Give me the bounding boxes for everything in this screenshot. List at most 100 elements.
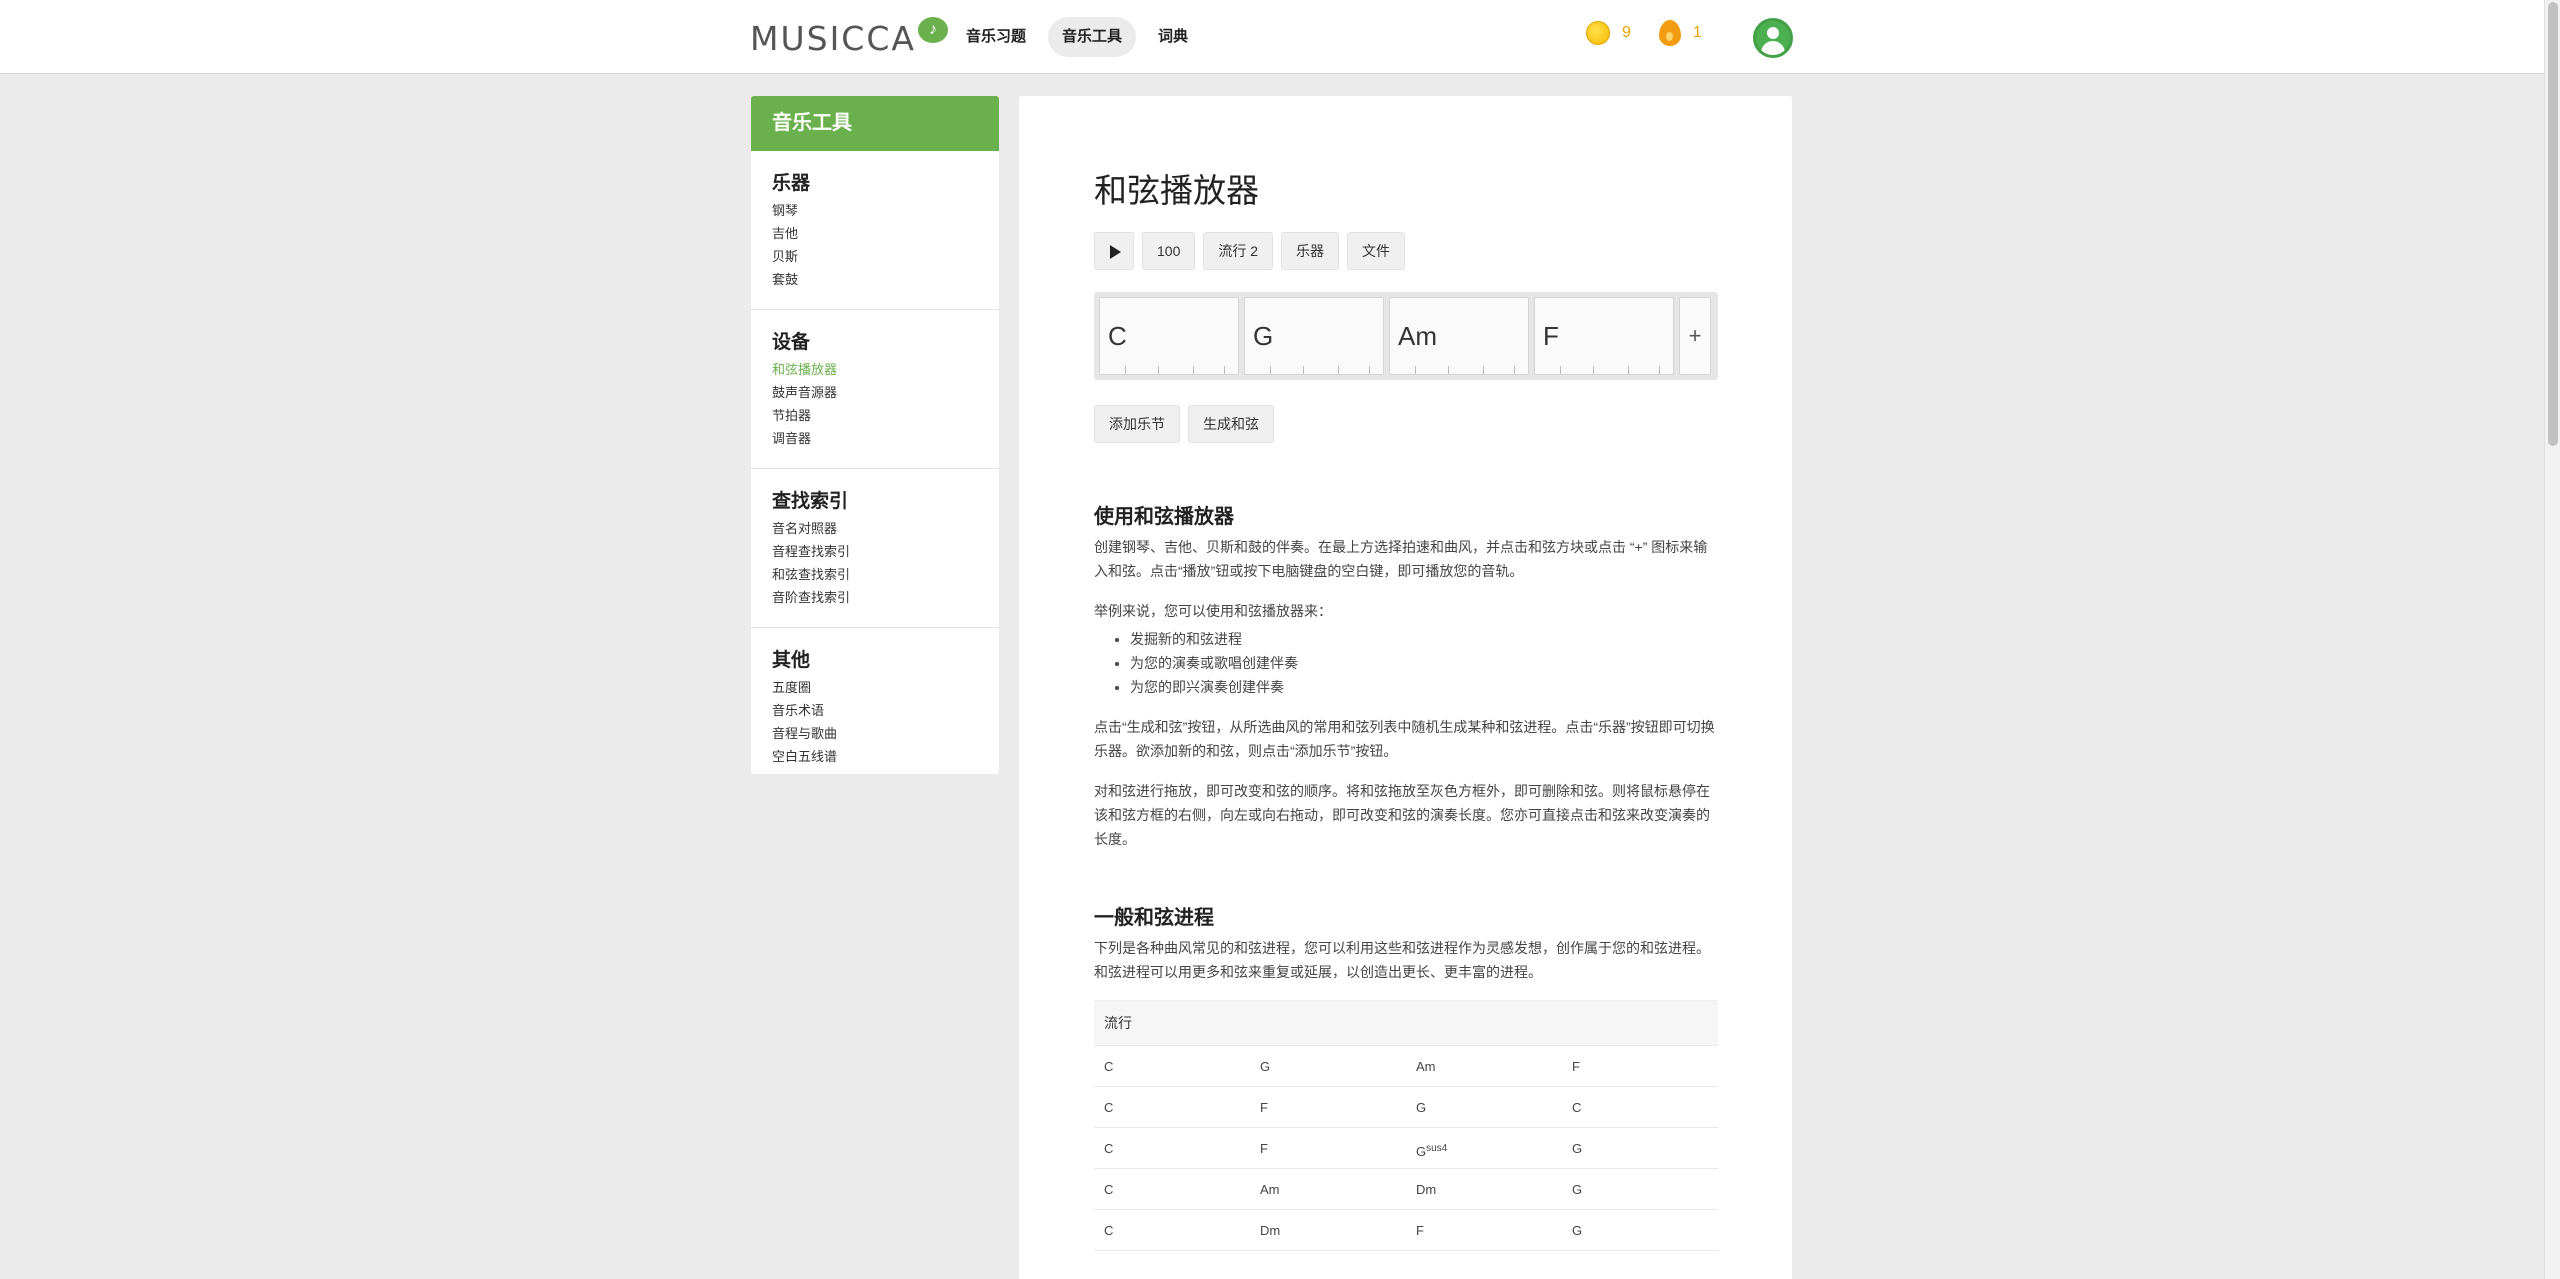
page-title: 和弦播放器 — [1094, 172, 1259, 209]
user-avatar[interactable] — [1753, 18, 1793, 58]
article-content: 使用和弦播放器 创建钢琴、吉他、贝斯和鼓的伴奏。在最上方选择拍速和曲风，并点击和… — [1094, 500, 1718, 1251]
sidebar-title: 音乐工具 — [751, 96, 999, 151]
sidebar-link-chord-finder[interactable]: 和弦查找索引 — [772, 563, 978, 586]
paragraph: 点击“生成和弦”按钮，从所选曲风的常用和弦列表中随机生成某种和弦进程。点击“乐器… — [1094, 719, 1715, 759]
chord-name: F — [1543, 321, 1559, 351]
chord-block[interactable]: F — [1534, 297, 1674, 375]
page-scrollbar[interactable] — [2544, 0, 2560, 1279]
sidebar-link-scale-finder[interactable]: 音阶查找索引 — [772, 586, 978, 609]
chord-name: C — [1108, 321, 1127, 351]
coin-icon — [1586, 21, 1610, 45]
list-item: 发掘新的和弦进程 — [1130, 627, 1718, 651]
main-panel: 和弦播放器 100 流行 2 乐器 文件 C G Am F + 添加乐节 生成和… — [1019, 96, 1792, 1279]
paragraph: 对和弦进行拖放，即可改变和弦的顺序。将和弦拖放至灰色方框外，即可删除和弦。则将鼠… — [1094, 783, 1710, 847]
sidebar-heading: 查找索引 — [772, 491, 849, 512]
beat-ticks — [1245, 366, 1383, 374]
table-cell: G — [1572, 1223, 1583, 1238]
file-button[interactable]: 文件 — [1347, 232, 1406, 270]
sidebar-link-piano[interactable]: 钢琴 — [772, 199, 978, 222]
table-cell: C — [1572, 1100, 1582, 1115]
tools-sidebar: 音乐工具 乐器 钢琴 吉他 贝斯 套鼓 设备 和弦播放器 鼓声音源器 节拍器 调… — [751, 96, 999, 774]
table-row[interactable]: C Am Dm G — [1094, 1169, 1718, 1210]
table-row[interactable]: C Dm F G — [1094, 1210, 1718, 1251]
chord-name: G — [1253, 321, 1274, 351]
sidebar-heading: 乐器 — [772, 173, 811, 194]
sidebar-link-music-terms[interactable]: 音乐术语 — [772, 699, 978, 722]
table-cell: G — [1572, 1141, 1583, 1156]
sidebar-link-tuner[interactable]: 调音器 — [772, 427, 978, 450]
table-row[interactable]: C F G C — [1094, 1087, 1718, 1128]
sidebar-heading: 其他 — [772, 650, 811, 671]
section-heading-progressions: 一般和弦进程 — [1094, 907, 1214, 929]
musicca-logo[interactable]: MUSICCA ♪ — [750, 17, 948, 58]
paragraph: 下列是各种曲风常见的和弦进程，您可以利用这些和弦进程作为灵感发想，创作属于您的和… — [1094, 940, 1710, 980]
sidebar-link-drum-machine[interactable]: 鼓声音源器 — [772, 381, 978, 404]
scrollbar-thumb[interactable] — [2548, 2, 2558, 446]
table-row[interactable]: C G Am F — [1094, 1046, 1718, 1087]
list-item: 为您的即兴演奏创建伴奏 — [1130, 675, 1718, 699]
sidebar-link-note-names[interactable]: 音名对照器 — [772, 517, 978, 540]
usage-list: 发掘新的和弦进程 为您的演奏或歌唱创建伴奏 为您的即兴演奏创建伴奏 — [1130, 627, 1718, 699]
instrument-button[interactable]: 乐器 — [1281, 232, 1340, 270]
beat-ticks — [1100, 366, 1238, 374]
generate-chords-button[interactable]: 生成和弦 — [1188, 405, 1274, 443]
sidebar-section-instruments: 乐器 钢琴 吉他 贝斯 套鼓 — [751, 151, 999, 310]
chord-block[interactable]: Am — [1389, 297, 1529, 375]
tempo-button[interactable]: 100 — [1142, 232, 1196, 270]
table-row[interactable]: C F Gsus4 G — [1094, 1128, 1718, 1169]
nav-dictionary[interactable]: 词典 — [1144, 17, 1202, 57]
add-chord-button[interactable]: + — [1679, 297, 1711, 375]
table-cell: C — [1104, 1141, 1114, 1156]
progression-table: 流行 C G Am F C F G C C F Gsus4 G C Am Dm … — [1094, 1000, 1718, 1251]
sidebar-link-metronome[interactable]: 节拍器 — [772, 404, 978, 427]
avatar-head — [1767, 27, 1779, 39]
table-cell: G — [1572, 1182, 1583, 1197]
chord-actions: 添加乐节 生成和弦 — [1094, 405, 1274, 443]
section-heading-usage: 使用和弦播放器 — [1094, 506, 1234, 528]
add-bar-button[interactable]: 添加乐节 — [1094, 405, 1180, 443]
table-cell: G — [1416, 1100, 1427, 1115]
paragraph: 创建钢琴、吉他、贝斯和鼓的伴奏。在最上方选择拍速和曲风，并点击和弦方块或点击 “… — [1094, 539, 1708, 579]
sidebar-link-bass[interactable]: 贝斯 — [772, 245, 978, 268]
chord-block[interactable]: C — [1099, 297, 1239, 375]
table-cell: F — [1416, 1223, 1424, 1238]
player-toolbar: 100 流行 2 乐器 文件 — [1094, 232, 1406, 270]
table-cell: F — [1260, 1100, 1268, 1115]
play-button[interactable] — [1094, 232, 1134, 270]
chord-name: Am — [1398, 321, 1437, 351]
streak-count: 1 — [1692, 24, 1702, 41]
table-cell-sus: Gsus4 — [1406, 1128, 1562, 1168]
sidebar-link-blank-staff[interactable]: 空白五线谱 — [772, 745, 978, 768]
table-cell: G — [1260, 1059, 1271, 1074]
table-cell: Am — [1260, 1182, 1280, 1197]
user-stats: 9 1 — [1586, 20, 1702, 46]
table-cell: Dm — [1260, 1223, 1281, 1238]
table-cell: C — [1104, 1100, 1114, 1115]
sidebar-link-chord-player[interactable]: 和弦播放器 — [772, 358, 978, 381]
chord-suffix: sus4 — [1426, 1143, 1448, 1154]
sidebar-link-interval-finder[interactable]: 音程查找索引 — [772, 540, 978, 563]
chord-block[interactable]: G — [1244, 297, 1384, 375]
nav-exercises[interactable]: 音乐习题 — [952, 17, 1040, 57]
sidebar-link-circle-of-fifths[interactable]: 五度圈 — [772, 676, 978, 699]
sidebar-link-drums[interactable]: 套鼓 — [772, 268, 978, 291]
table-cell: C — [1104, 1182, 1114, 1197]
music-note-icon: ♪ — [917, 17, 948, 43]
sidebar-section-devices: 设备 和弦播放器 鼓声音源器 节拍器 调音器 — [751, 310, 999, 469]
logo-text: MUSICCA — [750, 18, 916, 58]
table-cell: Dm — [1416, 1182, 1437, 1197]
sidebar-link-guitar[interactable]: 吉他 — [772, 222, 978, 245]
beat-ticks — [1390, 366, 1528, 374]
sidebar-section-other: 其他 五度圈 音乐术语 音程与歌曲 空白五线谱 — [751, 628, 999, 774]
flame-icon — [1658, 20, 1681, 46]
nav-tools[interactable]: 音乐工具 — [1048, 17, 1137, 57]
chord-root: G — [1416, 1144, 1427, 1159]
coin-count: 9 — [1622, 24, 1631, 41]
top-header: MUSICCA ♪ 音乐习题 音乐工具 词典 9 1 — [0, 0, 2544, 74]
main-nav: 音乐习题 音乐工具 词典 — [952, 17, 1202, 57]
list-item: 为您的演奏或歌唱创建伴奏 — [1130, 651, 1718, 675]
beat-ticks — [1535, 366, 1673, 374]
paragraph: 举例来说，您可以使用和弦播放器来： — [1094, 603, 1332, 619]
sidebar-link-intervals-songs[interactable]: 音程与歌曲 — [772, 722, 978, 745]
style-button[interactable]: 流行 2 — [1203, 232, 1274, 270]
